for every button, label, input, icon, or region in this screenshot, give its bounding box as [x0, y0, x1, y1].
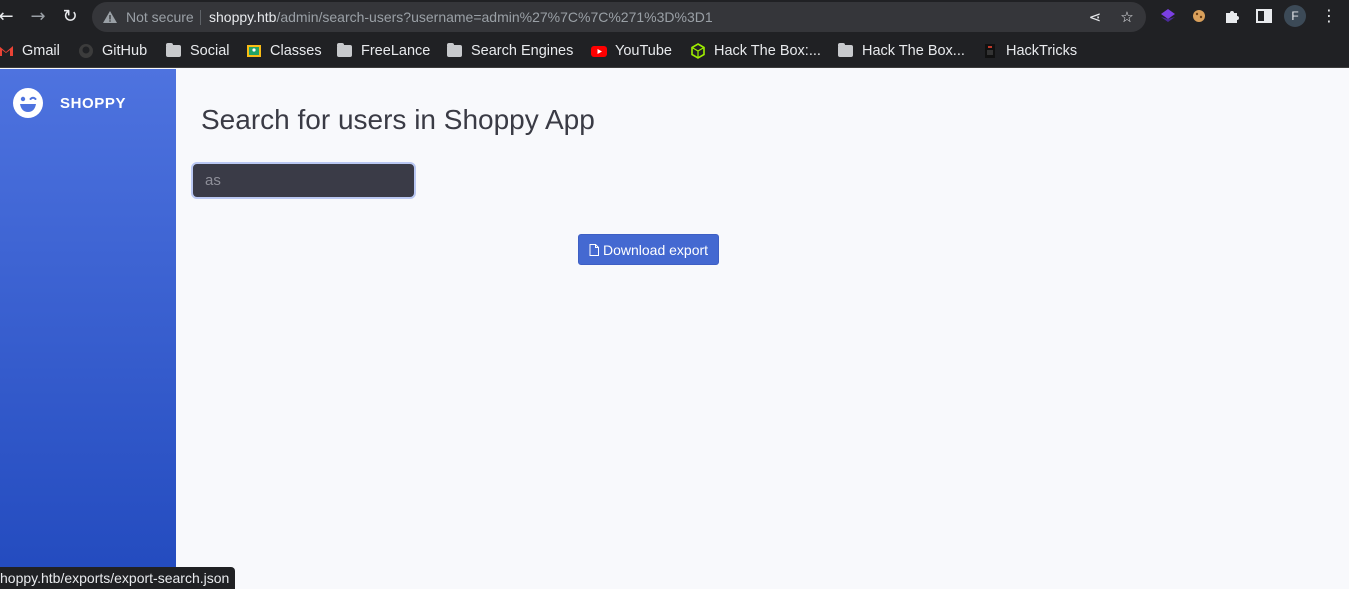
username-search-input[interactable] [191, 162, 416, 199]
download-export-label: Download export [602, 241, 709, 258]
bookmark-label: Hack The Box... [862, 43, 965, 59]
folder-icon [838, 43, 854, 59]
address-bar[interactable]: Not secure shoppy.htb/admin/search-users… [92, 2, 1146, 32]
omnibox-divider [200, 10, 201, 25]
bookmark-star-icon[interactable]: ☆ [1118, 8, 1136, 26]
reload-icon[interactable]: ↻ [58, 5, 82, 29]
bookmark-label: YouTube [615, 43, 672, 59]
sidebar: SHOPPY [0, 69, 176, 589]
bookmark-label: Gmail [22, 43, 60, 59]
warning-icon[interactable] [102, 9, 118, 25]
folder-icon [447, 43, 463, 59]
bookmark-social[interactable]: Social [166, 41, 230, 61]
folder-icon [337, 43, 353, 59]
bookmark-classes[interactable]: Classes [246, 41, 322, 61]
extensions-puzzle-icon[interactable] [1222, 6, 1242, 26]
hacktricks-icon [985, 44, 995, 58]
bookmark-label: Hack The Box:... [714, 43, 821, 59]
bookmark-hackthebox-folder[interactable]: Hack The Box... [838, 41, 965, 61]
browser-toolbar: ← → ↻ Not secure shoppy.htb/admin/search… [0, 0, 1349, 34]
bookmark-hacktricks[interactable]: HackTricks [982, 41, 1077, 61]
bookmarks-bar: Gmail GitHub Social Classes FreeLance Se… [0, 34, 1349, 68]
bookmark-freelance[interactable]: FreeLance [337, 41, 430, 61]
bookmark-search-engines[interactable]: Search Engines [447, 41, 573, 61]
page-title: Search for users in Shoppy App [201, 104, 595, 135]
github-icon [79, 44, 93, 58]
brand-name[interactable]: SHOPPY [60, 95, 126, 112]
youtube-icon [591, 46, 607, 57]
side-panel-icon[interactable] [1254, 6, 1274, 26]
file-icon [589, 243, 599, 256]
browser-menu-icon[interactable]: ⋮ [1320, 5, 1338, 27]
bookmark-youtube[interactable]: YouTube [591, 41, 672, 61]
share-icon[interactable]: ⋖ [1086, 8, 1104, 26]
url-path: /admin/search-users?username=admin%27%7C… [276, 9, 713, 25]
hackthebox-icon [691, 43, 705, 59]
extension-purple-icon[interactable] [1158, 6, 1178, 26]
profile-avatar[interactable]: F [1284, 5, 1306, 27]
bookmark-github[interactable]: GitHub [78, 41, 147, 61]
url-host: shoppy.htb [209, 9, 277, 25]
back-arrow-icon[interactable]: ← [0, 5, 18, 29]
bookmark-label: Classes [270, 43, 322, 59]
gmail-icon [0, 46, 13, 56]
bookmark-label: GitHub [102, 43, 148, 59]
bookmark-hackthebox[interactable]: Hack The Box:... [690, 41, 821, 61]
status-bar-link: hoppy.htb/exports/export-search.json [0, 567, 236, 589]
folder-icon [166, 43, 182, 59]
extension-cookie-icon[interactable] [1189, 6, 1209, 26]
forward-arrow-icon[interactable]: → [26, 5, 50, 29]
bookmark-label: HackTricks [1006, 43, 1078, 59]
bookmark-label: Social [190, 43, 230, 59]
classroom-icon [247, 45, 261, 57]
not-secure-label[interactable]: Not secure [126, 9, 194, 25]
laugh-wink-icon[interactable] [12, 87, 44, 119]
download-export-button[interactable]: Download export [578, 234, 719, 265]
bookmark-gmail[interactable]: Gmail [0, 41, 60, 61]
bookmark-label: Search Engines [471, 43, 574, 59]
bookmark-label: FreeLance [361, 43, 431, 59]
url-text[interactable]: shoppy.htb/admin/search-users?username=a… [209, 9, 713, 25]
